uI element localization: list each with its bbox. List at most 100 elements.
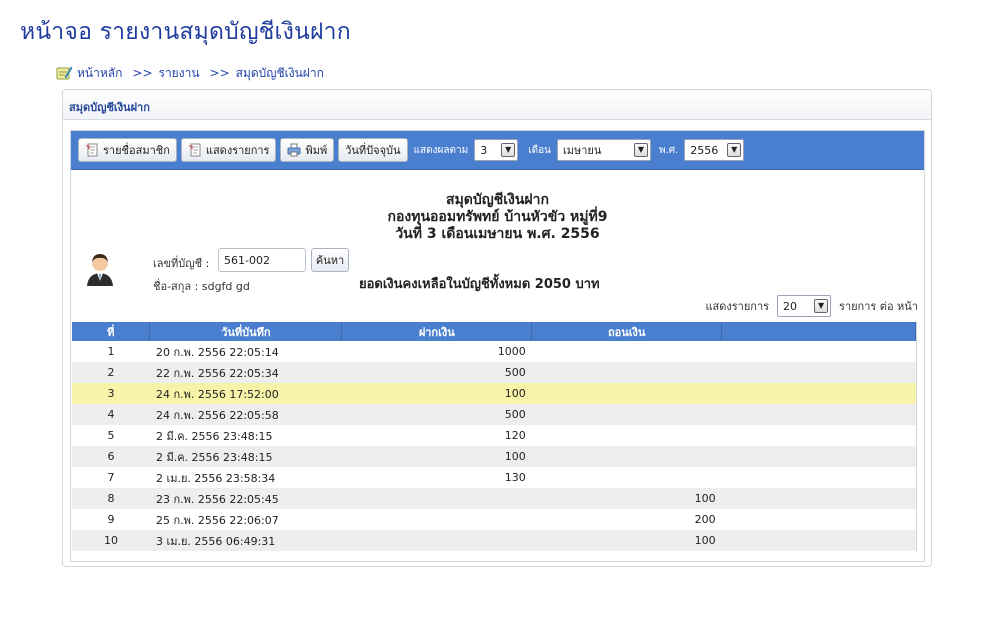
- report-heading: สมุดบัญชีเงินฝาก กองทุนออมทรัพทย์ บ้านหั…: [71, 192, 924, 243]
- year-label: พ.ศ.: [658, 144, 679, 156]
- cell-no: 8: [72, 488, 150, 509]
- search-button[interactable]: ค้นหา: [311, 248, 349, 272]
- per-page-value: 20: [783, 299, 798, 313]
- table-row-selected[interactable]: 3 24 ก.พ. 2556 17:52:00 100: [72, 383, 916, 404]
- header-date[interactable]: วันที่บันทึก: [149, 322, 343, 341]
- show-by-label: แสดงผลตาม: [413, 144, 469, 156]
- month-label: เดือน: [528, 144, 551, 156]
- cell-extra: [721, 509, 916, 530]
- cell-extra: [721, 425, 916, 446]
- table-right-border: [916, 322, 917, 552]
- cell-no: 9: [72, 509, 150, 530]
- print-button-label: พิมพ์: [305, 144, 328, 157]
- cell-extra: [721, 383, 916, 404]
- table-row[interactable]: 6 2 มี.ค. 2556 23:48:15 100: [72, 446, 916, 467]
- total-balance: ยอดเงินคงเหลือในบัญชีทั้งหมด 2050 บาท: [359, 277, 600, 292]
- document-icon: [188, 143, 202, 157]
- cell-no: 10: [72, 530, 150, 551]
- breadcrumb-passbook[interactable]: สมุดบัญชีเงินฝาก: [236, 64, 324, 83]
- cell-deposit: 1000: [341, 341, 532, 362]
- cell-deposit: 100: [341, 383, 532, 404]
- cell-date: 24 ก.พ. 2556 22:05:58: [149, 404, 342, 425]
- cell-deposit: 100: [341, 446, 532, 467]
- cell-extra: [721, 446, 916, 467]
- cell-extra: [721, 530, 916, 551]
- printer-icon: [287, 143, 301, 157]
- header-withdraw[interactable]: ถอนเงิน: [531, 322, 723, 341]
- transactions-table: ที่ วันที่บันทึก ฝากเงิน ถอนเงิน 1 20 ก.…: [72, 322, 916, 551]
- table-row[interactable]: 9 25 ก.พ. 2556 22:06:07 200: [72, 509, 916, 530]
- cell-extra: [721, 341, 916, 362]
- cell-withdraw: [531, 341, 722, 362]
- account-number-input[interactable]: 561-002: [218, 248, 306, 272]
- breadcrumb-report[interactable]: รายงาน: [159, 64, 200, 83]
- breadcrumb-home[interactable]: หน้าหลัก: [77, 64, 122, 83]
- table-row[interactable]: 7 2 เม.ย. 2556 23:58:34 130: [72, 467, 916, 488]
- report-title: สมุดบัญชีเงินฝาก: [446, 192, 549, 208]
- cell-no: 7: [72, 467, 150, 488]
- chevron-down-icon: ▼: [633, 143, 648, 157]
- year-select[interactable]: 2556 ▼: [684, 139, 745, 161]
- print-button[interactable]: พิมพ์: [280, 138, 335, 162]
- cell-withdraw: 100: [531, 530, 722, 551]
- cell-extra: [721, 488, 916, 509]
- cell-deposit: [341, 530, 532, 551]
- table-row[interactable]: 8 23 ก.พ. 2556 22:05:45 100: [72, 488, 916, 509]
- passbook-panel: สมุดบัญชีเงินฝาก รายชื่อสมาชิก แสดงรายกา…: [62, 89, 932, 567]
- cell-deposit: [341, 509, 532, 530]
- cell-withdraw: [531, 425, 722, 446]
- cell-withdraw: [531, 467, 722, 488]
- breadcrumb: หน้าหลัก >> รายงาน >> สมุดบัญชีเงินฝาก: [55, 63, 324, 83]
- cell-date: 2 มี.ค. 2556 23:48:15: [149, 446, 342, 467]
- cell-no: 6: [72, 446, 150, 467]
- cell-no: 5: [72, 425, 150, 446]
- header-deposit[interactable]: ฝากเงิน: [341, 322, 533, 341]
- chevron-down-icon: ▼: [501, 143, 516, 157]
- cell-no: 1: [72, 341, 150, 362]
- table-row[interactable]: 5 2 มี.ค. 2556 23:48:15 120: [72, 425, 916, 446]
- cell-no: 2: [72, 362, 150, 383]
- month-value: เมษายน: [562, 144, 602, 157]
- report-date: วันที่ 3 เดือนเมษายน พ.ศ. 2556: [395, 226, 600, 242]
- today-button-label: วันที่ปัจจุบัน: [345, 144, 401, 157]
- cell-date: 2 มี.ค. 2556 23:48:15: [149, 425, 342, 446]
- toolbar: รายชื่อสมาชิก แสดงรายการ พิมพ์ วันที่ปัจ…: [71, 131, 924, 170]
- table-row[interactable]: 1 20 ก.พ. 2556 22:05:14 1000: [72, 341, 916, 362]
- cell-date: 2 เม.ย. 2556 23:58:34: [149, 467, 342, 488]
- table-row[interactable]: 2 22 ก.พ. 2556 22:05:34 500: [72, 362, 916, 383]
- table-row[interactable]: 10 3 เม.ย. 2556 06:49:31 100: [72, 530, 916, 551]
- cell-deposit: [341, 488, 532, 509]
- chevron-down-icon: ▼: [814, 299, 829, 313]
- members-button[interactable]: รายชื่อสมาชิก: [78, 138, 177, 162]
- per-page-control: แสดงรายการ 20 ▼ รายการ ต่อ หน้า: [705, 295, 918, 317]
- cell-withdraw: [531, 362, 722, 383]
- cell-extra: [721, 362, 916, 383]
- per-page-select[interactable]: 20 ▼: [777, 295, 832, 317]
- per-page-suffix: รายการ ต่อ หน้า: [839, 300, 918, 313]
- header-extra: [721, 322, 916, 341]
- chevron-down-icon: ▼: [727, 143, 742, 157]
- members-button-label: รายชื่อสมาชิก: [103, 144, 170, 157]
- breadcrumb-separator: >>: [209, 66, 230, 80]
- show-by-select[interactable]: 3 ▼: [474, 139, 519, 161]
- cell-deposit: 500: [341, 362, 532, 383]
- year-value: 2556: [690, 143, 719, 157]
- month-select[interactable]: เมษายน ▼: [556, 139, 651, 161]
- cell-extra: [721, 404, 916, 425]
- cell-withdraw: [531, 383, 722, 404]
- report-container: รายชื่อสมาชิก แสดงรายการ พิมพ์ วันที่ปัจ…: [70, 130, 925, 562]
- page-title: หน้าจอ รายงานสมุดบัญชีเงินฝาก: [20, 19, 351, 45]
- cell-withdraw: [531, 446, 722, 467]
- home-note-icon: [55, 65, 73, 81]
- account-number-value: 561-002: [224, 253, 270, 267]
- table-row[interactable]: 4 24 ก.พ. 2556 22:05:58 500: [72, 404, 916, 425]
- cell-date: 23 ก.พ. 2556 22:05:45: [149, 488, 342, 509]
- cell-extra: [721, 467, 916, 488]
- today-button[interactable]: วันที่ปัจจุบัน: [338, 138, 408, 162]
- cell-no: 4: [72, 404, 150, 425]
- cell-withdraw: [531, 404, 722, 425]
- show-list-button[interactable]: แสดงรายการ: [180, 138, 277, 162]
- per-page-label: แสดงรายการ: [705, 300, 770, 313]
- cell-date: 22 ก.พ. 2556 22:05:34: [149, 362, 342, 383]
- header-no[interactable]: ที่: [72, 322, 151, 341]
